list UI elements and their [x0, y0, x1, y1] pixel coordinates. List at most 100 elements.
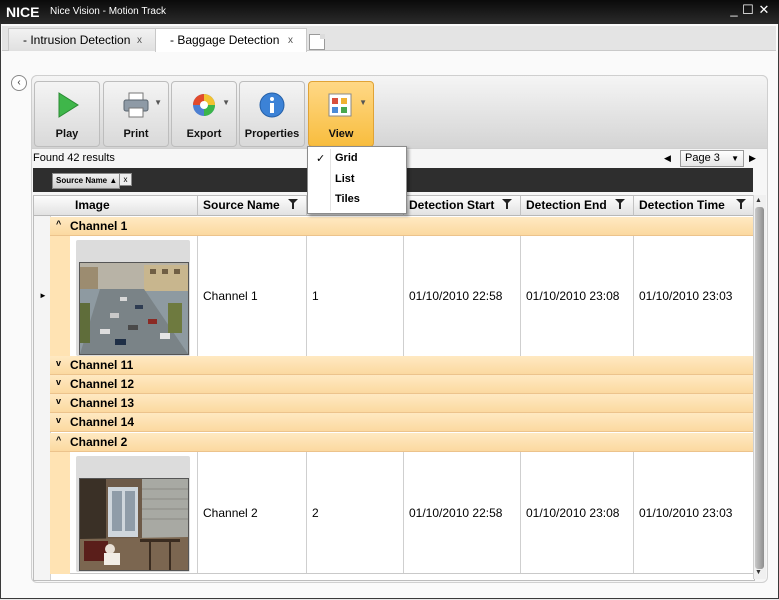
play-button[interactable]: Play	[34, 81, 100, 147]
group-row-channel-13[interactable]: v Channel 13	[50, 394, 754, 413]
play-icon	[58, 92, 79, 118]
table-row[interactable]: Channel 2 2 01/10/2010 22:58 01/10/2010 …	[70, 452, 754, 574]
export-icon	[193, 94, 215, 116]
camera-thumbnail-channel-1[interactable]	[79, 262, 189, 355]
chevron-down-icon[interactable]: v	[56, 358, 61, 368]
checkmark-icon: ✓	[316, 153, 326, 165]
tab-close-icon[interactable]: x	[137, 35, 142, 46]
collapse-panel-icon[interactable]: ‹	[11, 75, 27, 91]
menu-item-label: Tiles	[335, 193, 360, 205]
print-button[interactable]: ▼ Print	[103, 81, 169, 147]
chevron-down-icon: ▼	[222, 98, 230, 107]
cell-text: 01/10/2010 22:58	[409, 505, 503, 520]
tab-intrusion-detection[interactable]: - Intrusion Detection x	[8, 28, 156, 51]
chevron-down-icon: ▼	[731, 154, 739, 163]
properties-button[interactable]: Properties	[239, 81, 305, 147]
table-row[interactable]: Channel 1 1 01/10/2010 22:58 01/10/2010 …	[70, 236, 754, 357]
detection-end-cell: 01/10/2010 23:08	[521, 452, 634, 573]
maximize-button[interactable]: ☐	[741, 3, 755, 17]
row-indicator-column	[34, 216, 51, 580]
scrollbar-thumb[interactable]	[755, 207, 764, 569]
results-grid: Image Source Name Detection Start Detect…	[33, 195, 755, 581]
detection-start-cell: 01/10/2010 22:58	[404, 452, 521, 573]
scroll-down-icon[interactable]: ▼	[755, 569, 762, 576]
group-chip-source-name[interactable]: Source Name ▲	[52, 173, 120, 189]
column-header-detection-time[interactable]: Detection Time	[634, 196, 754, 216]
column-header-label: Detection Start	[409, 198, 495, 212]
chevron-down-icon[interactable]: v	[56, 377, 61, 387]
filter-icon[interactable]	[502, 199, 512, 209]
tab-label: - Baggage Detection	[170, 33, 280, 47]
chevron-down-icon: ▼	[154, 98, 162, 107]
id-cell: 1	[307, 236, 404, 356]
new-tab-icon[interactable]	[309, 34, 325, 50]
group-chip-close-icon[interactable]: x	[119, 173, 132, 186]
group-indent-strip	[50, 452, 71, 574]
tab-baggage-detection[interactable]: - Baggage Detection x	[155, 28, 307, 52]
column-header-source-name[interactable]: Source Name	[198, 196, 307, 216]
group-indent-strip	[50, 236, 71, 357]
printer-icon	[123, 92, 149, 118]
camera-thumbnail-channel-2[interactable]	[79, 478, 189, 571]
filter-icon[interactable]	[288, 199, 298, 209]
source-name-cell: Channel 2	[198, 452, 307, 573]
cell-text: 01/10/2010 23:03	[639, 505, 733, 520]
info-icon	[259, 92, 285, 118]
group-row-channel-14[interactable]: v Channel 14	[50, 413, 754, 432]
current-row-icon: ►	[39, 291, 47, 300]
cell-text: 01/10/2010 23:08	[526, 289, 620, 303]
column-header-detection-end[interactable]: Detection End	[521, 196, 634, 216]
group-row-channel-12[interactable]: v Channel 12	[50, 375, 754, 394]
tab-close-icon[interactable]: x	[288, 35, 293, 46]
group-chip-label: Source Name ▲	[56, 176, 118, 185]
menu-item-grid[interactable]: ✓ Grid	[308, 149, 406, 169]
cell-text: 01/10/2010 22:58	[409, 289, 503, 303]
group-label: Channel 14	[70, 415, 135, 429]
header-indicator-cell	[34, 196, 51, 216]
scroll-up-icon[interactable]: ▲	[755, 197, 762, 204]
cell-text: 1	[312, 289, 319, 303]
image-cell	[70, 452, 198, 573]
tab-label: - Intrusion Detection	[23, 33, 131, 47]
chevron-down-icon[interactable]: v	[56, 415, 61, 425]
cell-text: 01/10/2010 23:08	[526, 505, 620, 520]
group-label: Channel 2	[70, 435, 128, 449]
menu-item-label: Grid	[335, 152, 358, 164]
image-cell	[70, 236, 198, 356]
menu-item-list[interactable]: List	[308, 170, 406, 190]
group-label: Channel 12	[70, 377, 135, 391]
column-header-image[interactable]: Image	[70, 196, 198, 216]
column-header-detection-start[interactable]: Detection Start	[404, 196, 521, 216]
chevron-down-icon[interactable]: v	[56, 396, 61, 406]
export-label: Export	[186, 128, 222, 140]
next-page-icon[interactable]: ▶	[749, 153, 756, 164]
group-row-channel-11[interactable]: v Channel 11	[50, 356, 754, 375]
group-row-channel-2[interactable]: ^ Channel 2	[50, 433, 754, 452]
view-grid-icon	[328, 93, 352, 117]
chevron-up-icon[interactable]: ^	[56, 435, 61, 445]
column-header-label: Detection Time	[639, 198, 725, 212]
group-label: Channel 11	[70, 358, 134, 372]
group-label: Channel 1	[70, 219, 128, 233]
nice-logo: NICE	[6, 4, 40, 20]
source-name-cell: Channel 1	[198, 236, 307, 356]
export-button[interactable]: ▼ Export	[171, 81, 237, 147]
menu-item-tiles[interactable]: Tiles	[308, 190, 406, 210]
group-row-channel-1[interactable]: ^ Channel 1	[50, 217, 754, 236]
previous-page-icon[interactable]: ◀	[664, 153, 671, 164]
view-button[interactable]: ▼ View	[308, 81, 374, 147]
minimize-button[interactable]: _	[727, 3, 741, 17]
filter-icon[interactable]	[615, 199, 625, 209]
close-window-button[interactable]: ✕	[757, 3, 771, 17]
detection-time-cell: 01/10/2010 23:03	[634, 236, 754, 356]
cell-text: Channel 2	[203, 505, 258, 520]
page-select[interactable]: Page 3 ▼	[680, 150, 744, 167]
filter-icon[interactable]	[736, 199, 746, 209]
column-header-label: Image	[75, 198, 110, 212]
print-label: Print	[123, 128, 149, 140]
column-header-label: Detection End	[526, 198, 607, 212]
column-header-label: Source Name	[203, 198, 280, 212]
view-label: View	[328, 128, 354, 140]
detection-time-cell: 01/10/2010 23:03	[634, 452, 754, 573]
chevron-up-icon[interactable]: ^	[56, 219, 61, 229]
